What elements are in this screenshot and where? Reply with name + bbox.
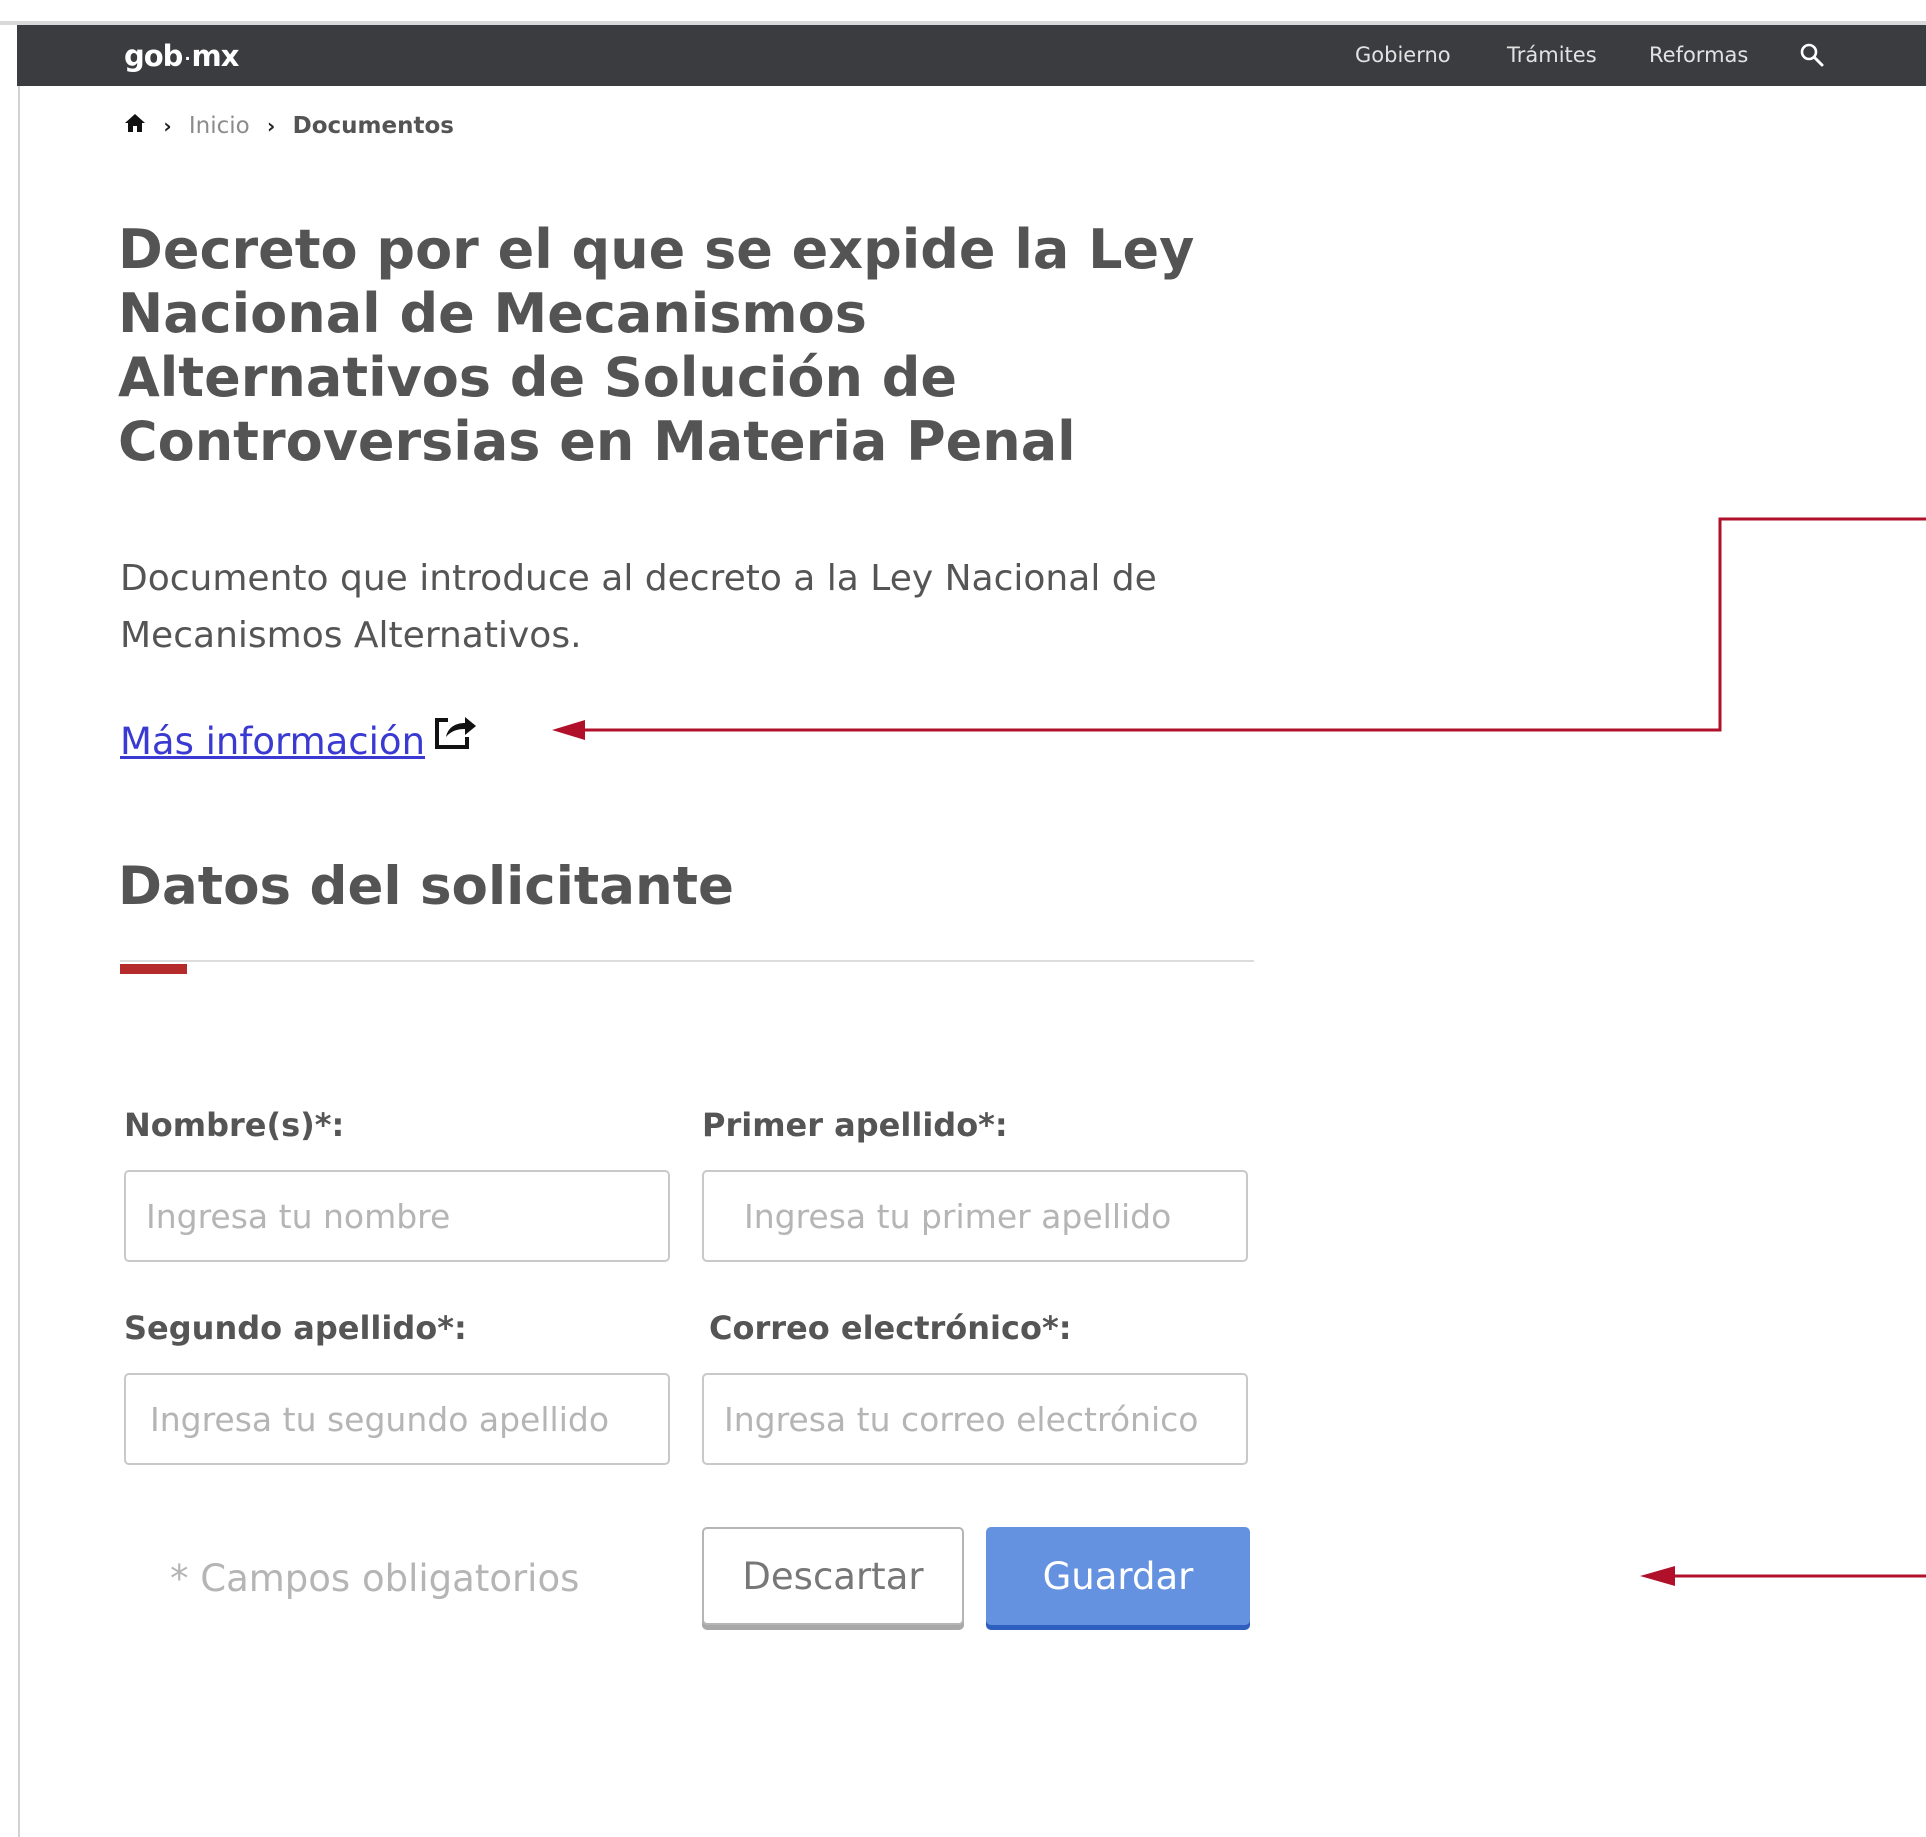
search-icon[interactable]: [1799, 42, 1825, 68]
chevron-right-icon: ›: [267, 114, 276, 138]
breadcrumb: › Inicio › Documentos: [124, 112, 454, 140]
nav-reformas[interactable]: Reformas: [1649, 43, 1748, 67]
section-divider: [120, 960, 1254, 962]
first-surname-input[interactable]: [702, 1170, 1248, 1262]
email-input[interactable]: [702, 1373, 1248, 1465]
logo-suffix: mx: [191, 39, 240, 73]
left-border: [18, 25, 20, 1837]
more-info-link[interactable]: Más información: [120, 720, 425, 763]
gobmx-logo[interactable]: gob ·mx: [124, 39, 240, 73]
email-label: Correo electrónico*:: [709, 1309, 1072, 1347]
document-description: Documento que introduce al decreto a la …: [120, 558, 1157, 656]
page-title: Decreto por el que se expide la Ley Naci…: [118, 218, 1195, 473]
chevron-right-icon: ›: [163, 114, 172, 138]
save-button[interactable]: Guardar: [986, 1527, 1250, 1625]
first-name-label: Nombre(s)*:: [124, 1106, 345, 1144]
section-accent-bar: [120, 964, 187, 974]
nav-gobierno[interactable]: Gobierno: [1355, 43, 1451, 67]
second-surname-label: Segundo apellido*:: [124, 1309, 467, 1347]
first-surname-label: Primer apellido*:: [702, 1106, 1008, 1144]
logo-text: gob: [124, 39, 183, 73]
section-title: Datos del solicitante: [118, 856, 734, 917]
external-share-icon[interactable]: [432, 710, 478, 752]
top-navbar: gob ·mx Gobierno Trámites Reformas: [17, 25, 1926, 86]
second-surname-input[interactable]: [124, 1373, 670, 1465]
breadcrumb-current: Documentos: [292, 113, 454, 139]
logo-dot: ·: [184, 49, 190, 68]
discard-button[interactable]: Descartar: [702, 1527, 964, 1625]
first-name-input[interactable]: [124, 1170, 670, 1262]
annotation-arrow-bottom: [1640, 1566, 1926, 1586]
home-icon: [125, 114, 145, 132]
breadcrumb-home[interactable]: [124, 112, 146, 140]
required-fields-note: * Campos obligatorios: [170, 1557, 580, 1600]
nav-tramites[interactable]: Trámites: [1507, 43, 1597, 67]
breadcrumb-inicio[interactable]: Inicio: [189, 113, 250, 139]
